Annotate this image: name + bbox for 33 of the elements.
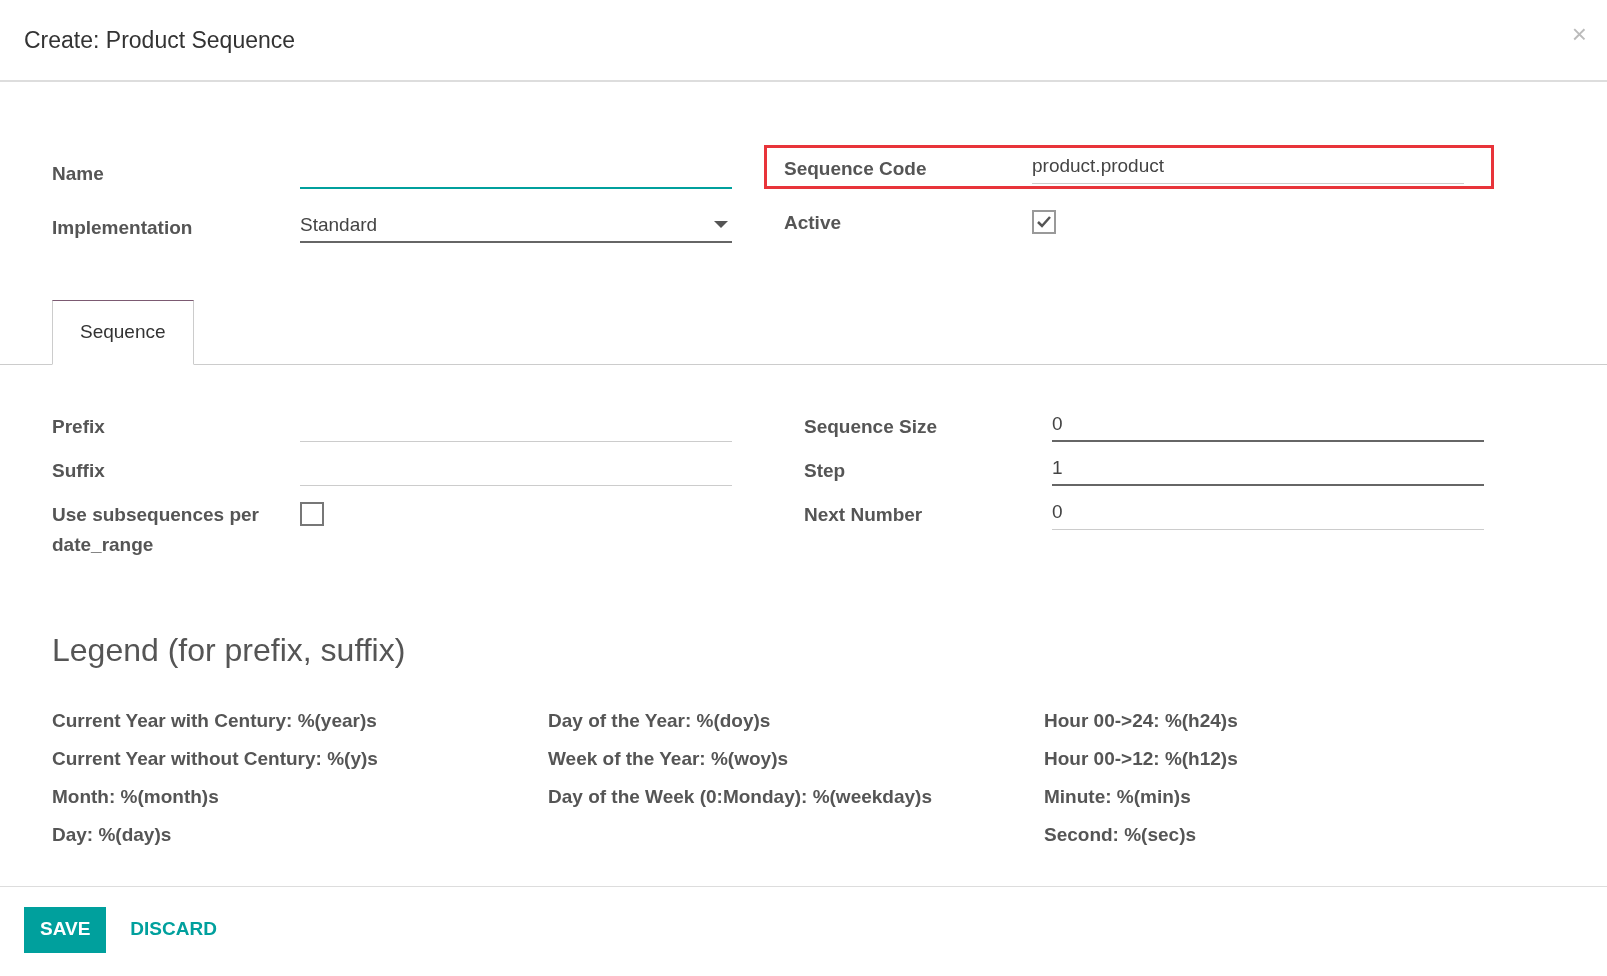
field-label: Next Number	[804, 503, 924, 527]
caret-icon	[714, 221, 728, 229]
field-label: Implementation	[52, 216, 194, 240]
legend-item: Second: %(sec)s	[1044, 823, 1198, 847]
checkbox[interactable]	[300, 502, 324, 526]
checkmark-icon	[1036, 215, 1052, 229]
field-label: Name	[52, 162, 105, 186]
checkbox[interactable]	[1032, 210, 1056, 234]
input-field[interactable]: product.product	[1032, 150, 1464, 184]
input-field[interactable]: 0	[1052, 496, 1484, 530]
field-label: Suffix	[52, 459, 106, 483]
legend-item: Week of the Year: %(woy)s	[548, 747, 790, 771]
field-label: Sequence Size	[804, 415, 939, 439]
legend-item: Day of the Week (0:Monday): %(weekday)s	[548, 785, 933, 809]
legend-item: Hour 00->24: %(h24)s	[1044, 709, 1239, 733]
legend-item: Hour 00->12: %(h12)s	[1044, 747, 1239, 771]
legend-item: Current Year without Century: %(y)s	[52, 747, 379, 771]
input-field[interactable]: 0	[1052, 408, 1484, 442]
field-label: Prefix	[52, 415, 106, 439]
field-label: Sequence Code	[784, 157, 928, 181]
dialog-title: Create: Product Sequence	[24, 25, 296, 55]
field-label: Active	[784, 211, 843, 235]
input-field[interactable]: 1	[1052, 452, 1484, 486]
legend-item: Day of the Year: %(doy)s	[548, 709, 772, 733]
field-label: Step	[804, 459, 847, 483]
legend-item: Minute: %(min)s	[1044, 785, 1192, 809]
legend-item: Day: %(day)s	[52, 823, 173, 847]
legend-item: Month: %(month)s	[52, 785, 220, 809]
field-label: Use subsequences per date_range	[52, 503, 260, 557]
legend-heading: Legend (for prefix, suffix)	[52, 631, 407, 670]
tab[interactable]: Sequence	[52, 300, 194, 365]
select-field[interactable]: Standard	[300, 209, 732, 243]
legend-item: Current Year with Century: %(year)s	[52, 709, 378, 733]
